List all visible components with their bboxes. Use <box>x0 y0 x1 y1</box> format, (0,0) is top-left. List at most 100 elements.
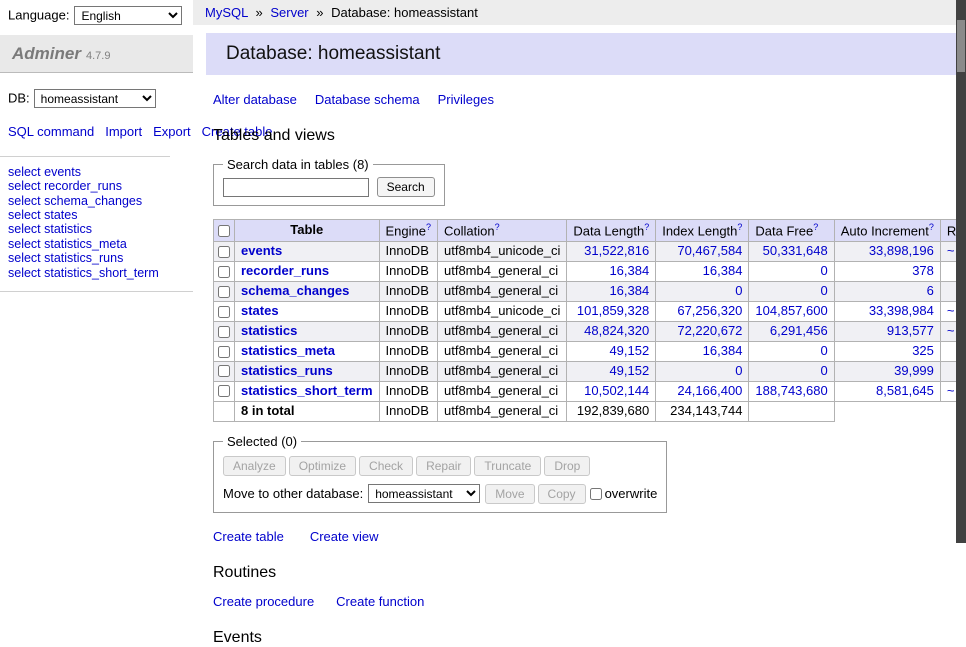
sidebar-table-link[interactable]: select schema_changes <box>8 194 185 208</box>
data-free-link[interactable]: 0 <box>820 263 827 278</box>
table-name-link[interactable]: statistics <box>241 323 297 338</box>
sidebar-menu-link[interactable]: Import <box>105 124 142 139</box>
data-length-link[interactable]: 16,384 <box>609 283 649 298</box>
data-free-link[interactable]: 0 <box>820 283 827 298</box>
data-length-link[interactable]: 49,152 <box>609 343 649 358</box>
table-name-link[interactable]: schema_changes <box>241 283 349 298</box>
index-length-link[interactable]: 72,220,672 <box>677 323 742 338</box>
breadcrumb-server-link[interactable]: Server <box>270 5 308 20</box>
data-free-link[interactable]: 6,291,456 <box>770 323 828 338</box>
move-db-select[interactable]: homeassistant <box>368 484 480 503</box>
index-length-link[interactable]: 16,384 <box>703 263 743 278</box>
auto-increment-link[interactable]: 33,898,196 <box>869 243 934 258</box>
database-nav-link[interactable]: Alter database <box>213 92 297 107</box>
row-checkbox[interactable] <box>218 246 230 258</box>
search-button[interactable]: Search <box>377 177 435 197</box>
truncate-button[interactable]: Truncate <box>474 456 541 476</box>
optimize-button[interactable]: Optimize <box>289 456 356 476</box>
column-hint-link[interactable]: ? <box>929 222 934 232</box>
index-length-link[interactable]: 16,384 <box>703 343 743 358</box>
index-length-link[interactable]: 24,166,400 <box>677 383 742 398</box>
move-button[interactable]: Move <box>485 484 534 504</box>
column-hint-link[interactable]: ? <box>495 222 500 232</box>
column-hint-link[interactable]: ? <box>813 222 818 232</box>
data-free-link[interactable]: 188,743,680 <box>755 383 827 398</box>
row-checkbox[interactable] <box>218 346 230 358</box>
auto-increment-link[interactable]: 33,398,984 <box>869 303 934 318</box>
data-length-link[interactable]: 49,152 <box>609 363 649 378</box>
database-nav-link[interactable]: Privileges <box>438 92 494 107</box>
column-hint-link[interactable]: ? <box>813 222 818 232</box>
row-checkbox[interactable] <box>218 286 230 298</box>
column-hint-link[interactable]: ? <box>929 222 934 232</box>
data-free-link[interactable]: 0 <box>820 343 827 358</box>
table-name-link[interactable]: statistics_meta <box>241 343 335 358</box>
table-search-input[interactable] <box>223 178 369 197</box>
index-length-link[interactable]: 0 <box>735 283 742 298</box>
sidebar-table-link[interactable]: select statistics_meta <box>8 237 185 251</box>
auto-increment-link[interactable]: 913,577 <box>887 323 934 338</box>
scrollbar-thumb[interactable] <box>957 20 965 72</box>
table-name-link[interactable]: recorder_runs <box>241 263 329 278</box>
analyze-button[interactable]: Analyze <box>223 456 286 476</box>
adminer-logo-link[interactable]: Adminer <box>12 44 81 63</box>
data-free-link[interactable]: 104,857,600 <box>755 303 827 318</box>
overwrite-checkbox[interactable] <box>590 488 602 500</box>
sidebar-table-link[interactable]: select statistics_short_term <box>8 266 185 280</box>
select-all-checkbox[interactable] <box>218 225 230 237</box>
auto-increment-link[interactable]: 39,999 <box>894 363 934 378</box>
drop-button[interactable]: Drop <box>544 456 590 476</box>
data-free-link[interactable]: 50,331,648 <box>763 243 828 258</box>
sidebar-table-link[interactable]: select events <box>8 165 185 179</box>
row-checkbox[interactable] <box>218 266 230 278</box>
data-length-link[interactable]: 48,824,320 <box>584 323 649 338</box>
database-nav-link[interactable]: Database schema <box>315 92 420 107</box>
auto-increment-link[interactable]: 6 <box>927 283 934 298</box>
row-checkbox[interactable] <box>218 326 230 338</box>
scrollbar[interactable] <box>956 0 966 543</box>
routine-link[interactable]: Create procedure <box>213 594 314 609</box>
create-link[interactable]: Create view <box>310 529 379 544</box>
db-select[interactable]: homeassistant <box>34 89 156 108</box>
create-link[interactable]: Create table <box>213 529 284 544</box>
sidebar-table-link[interactable]: select statistics_runs <box>8 252 185 266</box>
sidebar-table-link[interactable]: select recorder_runs <box>8 180 185 194</box>
sidebar-menu-link[interactable]: SQL command <box>8 124 94 139</box>
data-length-link[interactable]: 10,502,144 <box>584 383 649 398</box>
column-hint-link[interactable]: ? <box>737 222 742 232</box>
index-length-link[interactable]: 70,467,584 <box>677 243 742 258</box>
copy-button[interactable]: Copy <box>538 484 586 504</box>
auto-increment-link[interactable]: 378 <box>912 263 934 278</box>
row-checkbox[interactable] <box>218 385 230 397</box>
routine-link[interactable]: Create function <box>336 594 424 609</box>
column-hint-link[interactable]: ? <box>426 222 431 232</box>
data-free-link[interactable]: 0 <box>820 363 827 378</box>
auto-increment-link[interactable]: 325 <box>912 343 934 358</box>
data-length-link[interactable]: 31,522,816 <box>584 243 649 258</box>
column-hint-link[interactable]: ? <box>737 222 742 232</box>
table-name-link[interactable]: statistics_runs <box>241 363 333 378</box>
language-select[interactable]: English <box>74 6 182 25</box>
auto-increment-link[interactable]: 8,581,645 <box>876 383 934 398</box>
column-hint-link[interactable]: ? <box>426 222 431 232</box>
sidebar-menu-link[interactable]: Export <box>153 124 191 139</box>
check-button[interactable]: Check <box>359 456 413 476</box>
sidebar-table-link[interactable]: select states <box>8 208 185 222</box>
row-checkbox[interactable] <box>218 365 230 377</box>
data-length-link[interactable]: 16,384 <box>609 263 649 278</box>
auto-increment-cell: 6 <box>834 282 940 302</box>
table-name-link[interactable]: events <box>241 243 282 258</box>
data-length-link[interactable]: 101,859,328 <box>577 303 649 318</box>
repair-button[interactable]: Repair <box>416 456 471 476</box>
row-checkbox[interactable] <box>218 306 230 318</box>
column-hint-link[interactable]: ? <box>644 222 649 232</box>
index-length-link[interactable]: 67,256,320 <box>677 303 742 318</box>
column-header: Engine? <box>379 220 438 242</box>
index-length-link[interactable]: 0 <box>735 363 742 378</box>
table-name-link[interactable]: statistics_short_term <box>241 383 373 398</box>
table-name-link[interactable]: states <box>241 303 279 318</box>
column-hint-link[interactable]: ? <box>495 222 500 232</box>
breadcrumb-mysql-link[interactable]: MySQL <box>205 5 248 20</box>
column-hint-link[interactable]: ? <box>644 222 649 232</box>
sidebar-table-link[interactable]: select statistics <box>8 223 185 237</box>
